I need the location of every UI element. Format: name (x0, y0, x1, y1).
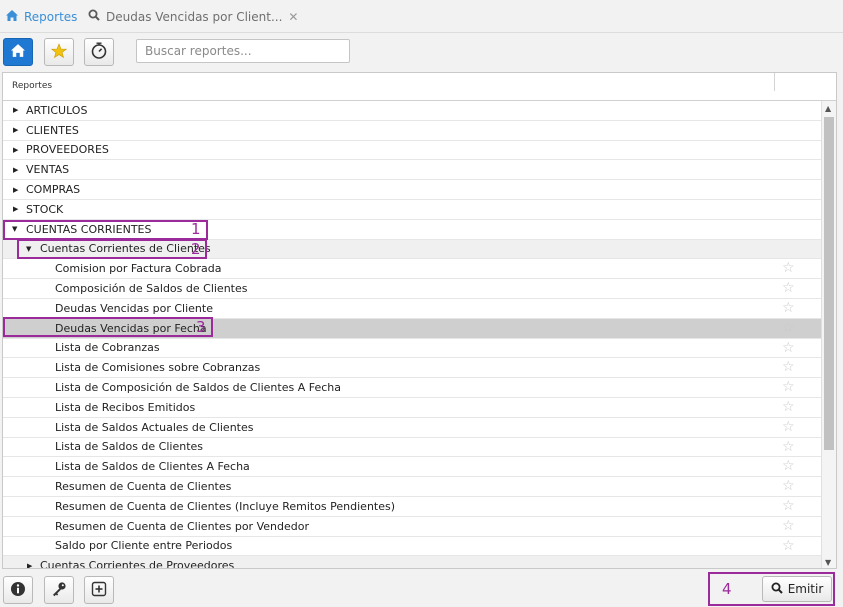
star-outline-icon[interactable]: ☆ (782, 438, 795, 457)
star-outline-icon[interactable]: ☆ (782, 398, 795, 417)
tree-subcategory-proveedores[interactable]: ▶ Cuentas Corrientes de Proveedores (3, 556, 821, 569)
report-item[interactable]: Lista de Saldos Actuales de Clientes ☆ (3, 418, 821, 438)
star-outline-icon[interactable]: ☆ (782, 299, 795, 318)
emit-label: Emitir (787, 582, 824, 596)
report-item-selected[interactable]: Deudas Vencidas por Fecha ☆ (3, 318, 821, 339)
star-outline-icon[interactable]: ☆ (782, 339, 795, 358)
caret-right-icon: ▶ (13, 126, 19, 135)
home-icon (6, 9, 18, 24)
caret-right-icon: ▶ (27, 561, 33, 569)
star-outline-icon[interactable]: ☆ (782, 418, 795, 437)
close-icon[interactable]: ✕ (288, 10, 298, 24)
report-item[interactable]: Lista de Composición de Saldos de Client… (3, 378, 821, 398)
caret-down-icon: ▼ (26, 244, 32, 253)
tab-reportes[interactable]: Reportes (6, 0, 77, 33)
home-button[interactable] (3, 38, 33, 66)
tree-category-articulos[interactable]: ▶ ARTICULOS (3, 101, 821, 121)
key-icon (51, 581, 67, 600)
key-button[interactable] (44, 576, 74, 604)
report-item[interactable]: Resumen de Cuenta de Clientes (Incluye R… (3, 497, 821, 517)
star-outline-icon[interactable]: ☆ (782, 319, 795, 338)
panel-header: Reportes (3, 73, 836, 101)
reports-panel: Reportes ▶ ARTICULOS ▶ CLIENTES ▶ PROVEE… (2, 72, 837, 569)
caret-right-icon: ▶ (13, 165, 19, 174)
star-icon (50, 42, 68, 62)
annotation-number-4: 4 (722, 580, 732, 598)
report-item[interactable]: Resumen de Cuenta de Clientes ☆ (3, 477, 821, 497)
info-icon (10, 581, 26, 600)
clock-icon (90, 42, 108, 63)
tab-deudas-vencidas[interactable]: Deudas Vencidas por Client... ✕ (88, 0, 298, 33)
add-button[interactable] (84, 576, 114, 604)
caret-right-icon: ▶ (13, 205, 19, 214)
report-item[interactable]: Deudas Vencidas por Cliente ☆ (3, 299, 821, 319)
tree-subcategory-clientes[interactable]: ▼ Cuentas Corrientes de Clientes (3, 239, 821, 260)
tree-category-proveedores[interactable]: ▶ PROVEEDORES (3, 141, 821, 161)
report-item[interactable]: Saldo por Cliente entre Periodos ☆ (3, 537, 821, 557)
caret-right-icon: ▶ (13, 106, 19, 115)
report-item[interactable]: Lista de Comisiones sobre Cobranzas ☆ (3, 358, 821, 379)
caret-down-icon: ▼ (12, 225, 18, 234)
report-item[interactable]: Comision por Factura Cobrada ☆ (3, 259, 821, 280)
report-item[interactable]: Lista de Cobranzas ☆ (3, 339, 821, 359)
history-button[interactable] (84, 38, 114, 66)
emit-button[interactable]: Emitir (762, 576, 832, 602)
reports-tree: ▶ ARTICULOS ▶ CLIENTES ▶ PROVEEDORES ▶ V… (3, 101, 821, 569)
star-outline-icon[interactable]: ☆ (782, 517, 795, 536)
star-outline-icon[interactable]: ☆ (782, 477, 795, 496)
annotation-number-2: 2 (191, 240, 201, 258)
star-outline-icon[interactable]: ☆ (782, 378, 795, 397)
vertical-scrollbar[interactable]: ▲ ▼ (821, 101, 836, 568)
report-item[interactable]: Composición de Saldos de Clientes ☆ (3, 279, 821, 299)
annotation-number-1: 1 (191, 220, 201, 238)
search-icon (88, 9, 100, 24)
caret-right-icon: ▶ (13, 145, 19, 154)
star-outline-icon[interactable]: ☆ (782, 497, 795, 516)
home-icon (11, 44, 25, 60)
tab-label: Deudas Vencidas por Client... (106, 9, 283, 24)
tree-category-stock[interactable]: ▶ STOCK (3, 200, 821, 220)
caret-right-icon: ▶ (13, 185, 19, 194)
tab-bar: Reportes Deudas Vencidas por Client... ✕ (0, 0, 843, 33)
star-outline-icon[interactable]: ☆ (782, 279, 795, 298)
report-item[interactable]: Lista de Saldos de Clientes ☆ (3, 438, 821, 458)
tree-category-cuentas-corrientes[interactable]: ▼ CUENTAS CORRIENTES (3, 220, 821, 240)
tab-label: Reportes (24, 9, 78, 24)
star-outline-icon[interactable]: ☆ (782, 259, 795, 278)
tree-category-clientes[interactable]: ▶ CLIENTES (3, 121, 821, 141)
tree-category-compras[interactable]: ▶ COMPRAS (3, 180, 821, 200)
annotation-number-3: 3 (196, 318, 206, 336)
scrollbar-thumb[interactable] (824, 117, 834, 450)
report-item[interactable]: Lista de Recibos Emitidos ☆ (3, 398, 821, 418)
scroll-up-icon[interactable]: ▲ (825, 104, 831, 113)
report-item[interactable]: Resumen de Cuenta de Clientes por Vended… (3, 517, 821, 537)
search-icon (771, 582, 788, 597)
column-header-reportes: Reportes (12, 81, 53, 91)
star-outline-icon[interactable]: ☆ (782, 358, 795, 377)
info-button[interactable] (3, 576, 33, 604)
star-outline-icon[interactable]: ☆ (782, 537, 795, 556)
favorites-button[interactable] (44, 38, 74, 66)
tree-category-ventas[interactable]: ▶ VENTAS (3, 160, 821, 181)
plus-square-icon (91, 581, 107, 600)
column-divider (774, 73, 775, 91)
star-outline-icon[interactable]: ☆ (782, 457, 795, 476)
search-input[interactable] (136, 39, 350, 63)
report-item[interactable]: Lista de Saldos de Clientes A Fecha ☆ (3, 457, 821, 478)
scroll-down-icon[interactable]: ▼ (825, 558, 831, 567)
